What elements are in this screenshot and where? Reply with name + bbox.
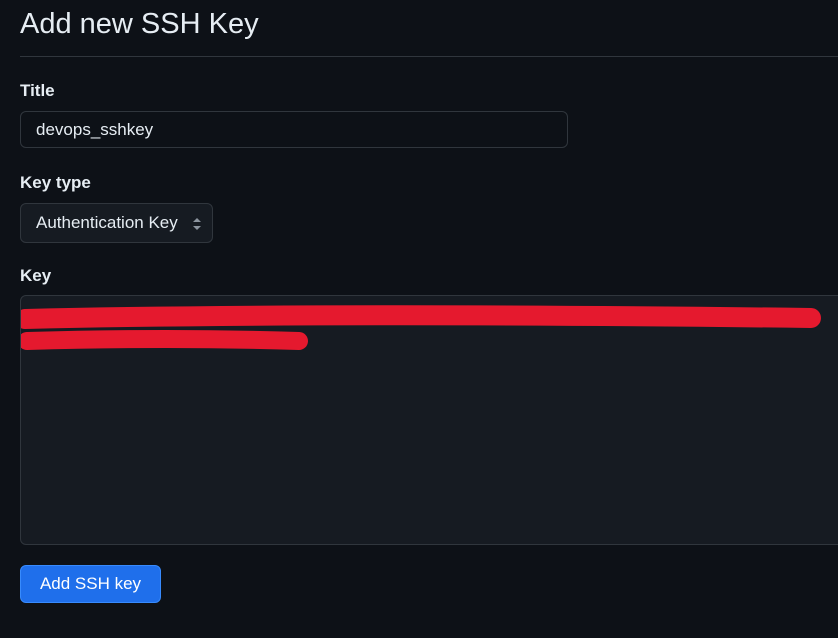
page-title: Add new SSH Key (20, 8, 259, 40)
chevron-up-down-icon (193, 218, 201, 230)
title-input[interactable] (20, 111, 568, 148)
key-label: Key (20, 266, 52, 285)
key-type-selected-value: Authentication Key (36, 213, 178, 232)
key-textarea[interactable] (20, 295, 838, 545)
key-type-select[interactable]: Authentication Key (20, 203, 213, 243)
ssh-key-form-page: Add new SSH Key Title Key type Authentic… (0, 0, 838, 638)
redaction-mark (21, 305, 821, 350)
key-type-label: Key type (20, 173, 91, 192)
title-label: Title (20, 81, 55, 100)
add-ssh-key-button[interactable]: Add SSH key (20, 565, 161, 603)
heading-divider (20, 56, 838, 57)
